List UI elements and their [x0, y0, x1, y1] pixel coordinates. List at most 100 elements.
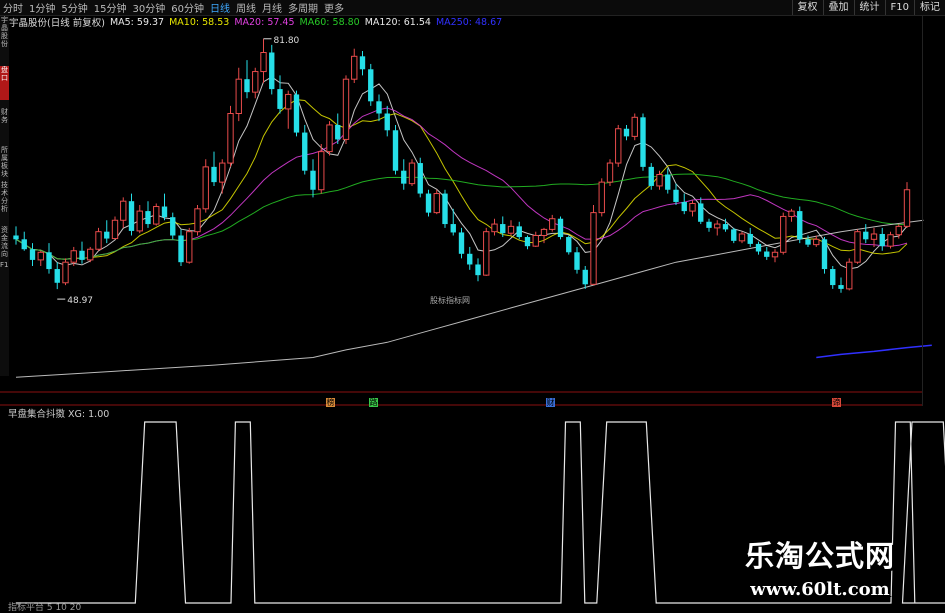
candle	[838, 277, 844, 293]
right-axis-panel	[922, 16, 945, 406]
event-mark[interactable]: 路	[369, 398, 378, 407]
candle	[54, 262, 60, 290]
candle	[780, 212, 787, 255]
toolbar-button[interactable]: 统计	[853, 0, 885, 15]
event-mark[interactable]: 财	[546, 398, 555, 407]
timeframe-tab[interactable]: 周线	[233, 0, 259, 15]
timeframe-tab[interactable]: 分时	[0, 0, 26, 15]
candle	[318, 144, 325, 194]
candle	[227, 105, 234, 167]
stock-title[interactable]: 宇晶股份(日线 前复权)	[9, 15, 105, 29]
timeframe-tab[interactable]: 日线	[207, 0, 233, 15]
ma-value-label: MA120: 61.54	[364, 16, 431, 28]
candle	[689, 200, 696, 217]
candle	[425, 189, 432, 217]
sidebar-tab[interactable]: 技术分析	[0, 181, 9, 215]
candle	[285, 90, 292, 129]
toolbar-button[interactable]: 复权	[791, 0, 823, 15]
indicator-name[interactable]: 早盘集合抖擞	[8, 409, 65, 420]
candle	[252, 67, 259, 99]
candle	[104, 220, 110, 244]
timeframe-tab[interactable]: 月线	[259, 0, 285, 15]
timeframe-tab[interactable]: 30分钟	[129, 0, 168, 15]
right-toolbar: 复权 叠加 统计 F10 标记	[791, 0, 945, 15]
candle	[202, 159, 209, 213]
candle	[755, 241, 762, 255]
candle	[458, 227, 465, 259]
candle	[870, 227, 878, 247]
event-mark[interactable]: 榜	[326, 398, 335, 407]
ma-value-label: MA60: 58.80	[299, 16, 360, 28]
candle	[153, 203, 160, 226]
sidebar-tab[interactable]: 所属板块	[0, 146, 9, 180]
candle	[813, 235, 820, 247]
candle	[590, 205, 597, 286]
event-mark[interactable]: 谛	[832, 398, 841, 407]
candle	[211, 151, 217, 186]
sidebar-tab[interactable]: 财务	[0, 108, 9, 142]
candle	[887, 231, 894, 249]
candle	[665, 168, 671, 194]
candle	[598, 178, 605, 217]
candle	[70, 246, 77, 266]
candle	[170, 212, 176, 240]
chart-canvas[interactable]: 81.80 48.97 股标指标网	[0, 0, 945, 609]
candle	[698, 197, 704, 225]
ma-value-label: MA250: 48.67	[435, 16, 503, 28]
left-sidebar: 宇晶股份盘口财务所属板块技术分析资金流向F10	[0, 16, 9, 376]
sidebar-tab[interactable]: 宇晶股份	[0, 16, 9, 56]
candle	[128, 193, 135, 236]
timeframe-tab[interactable]: 60分钟	[168, 0, 207, 15]
candle	[673, 183, 679, 205]
candle	[714, 220, 721, 236]
sidebar-tab[interactable]: 盘口	[0, 66, 9, 100]
candle	[738, 231, 746, 244]
candle	[417, 157, 423, 198]
candle	[384, 105, 390, 137]
timeframe-tab[interactable]: 15分钟	[91, 0, 130, 15]
candle	[747, 227, 753, 247]
candle	[706, 218, 712, 232]
candle	[326, 121, 333, 156]
timeframe-tab[interactable]: 5分钟	[58, 0, 90, 15]
toolbar-button[interactable]: F10	[884, 0, 914, 15]
candle	[615, 124, 622, 167]
candle	[524, 235, 531, 250]
candle	[351, 48, 358, 83]
sidebar-tab[interactable]: F10	[0, 261, 9, 295]
candle	[566, 235, 572, 255]
candle	[640, 113, 646, 171]
timeframe-tab[interactable]: 更多	[321, 0, 347, 15]
candle	[771, 249, 779, 263]
candle	[846, 258, 853, 291]
candlesticks	[13, 38, 911, 293]
candle	[863, 224, 869, 244]
timeframe-tab[interactable]: 多周期	[285, 0, 321, 15]
candle	[648, 163, 654, 190]
candle	[557, 216, 564, 240]
candle	[450, 208, 456, 236]
candle	[830, 266, 836, 289]
low-price-label: 48.97	[67, 296, 93, 306]
candle	[903, 182, 911, 228]
moving-averages	[15, 76, 932, 378]
candle	[606, 159, 614, 186]
toolbar-button[interactable]: 标记	[914, 0, 945, 15]
toolbar-button[interactable]: 叠加	[822, 0, 854, 15]
chart-watermark: 股标指标网	[430, 295, 470, 305]
candle	[161, 193, 168, 221]
candle	[293, 90, 300, 137]
candle	[582, 266, 588, 289]
candle	[507, 220, 515, 236]
candle	[21, 231, 27, 251]
sidebar-tab[interactable]: 资金流向	[0, 226, 9, 260]
candle	[359, 50, 366, 76]
timeframe-tab[interactable]: 1分钟	[26, 0, 58, 15]
candle	[549, 214, 556, 232]
candle	[194, 205, 201, 236]
candle	[87, 246, 94, 263]
indicator-value: XG: 1.00	[68, 409, 110, 420]
ma250-line	[816, 344, 932, 359]
indicator-legend: 早盘集合抖擞 XG: 1.00	[8, 406, 109, 420]
watermark-url: www.60lt.com	[750, 579, 890, 600]
